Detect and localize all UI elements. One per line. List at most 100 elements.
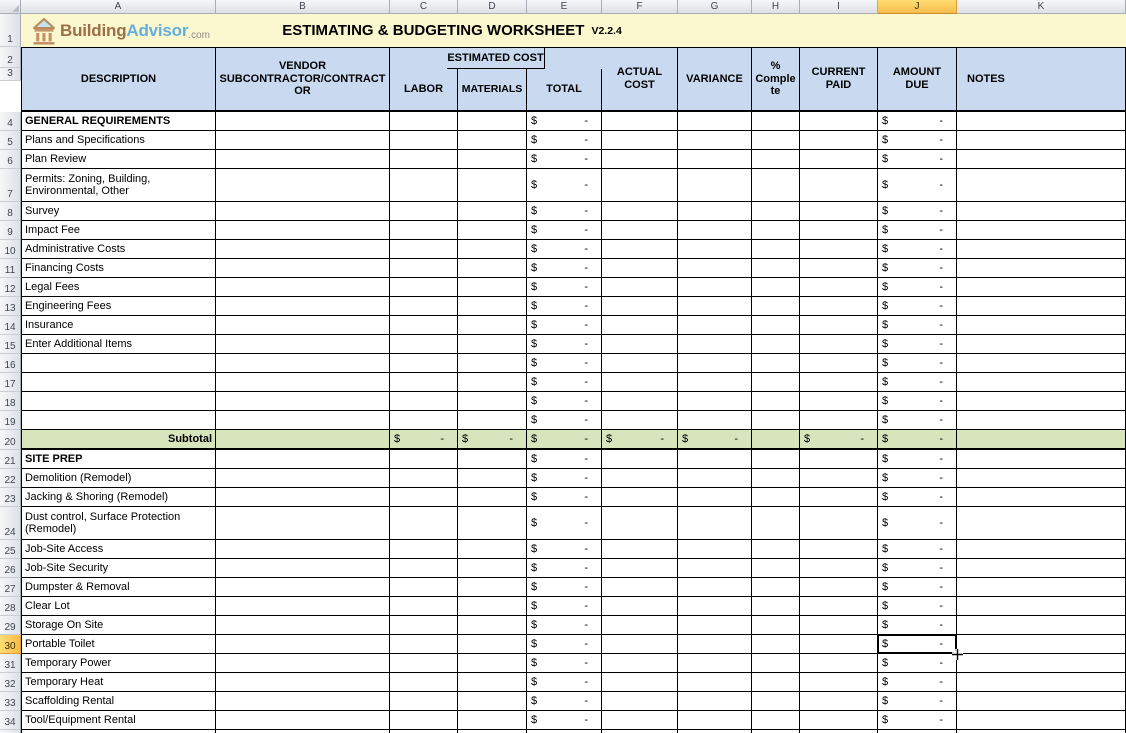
cell-H16[interactable] bbox=[752, 354, 800, 373]
cell-K33[interactable] bbox=[957, 692, 1126, 711]
row-header-26[interactable]: 26 bbox=[0, 559, 21, 578]
cell-I30[interactable] bbox=[800, 635, 878, 654]
cell-I14[interactable] bbox=[800, 316, 878, 335]
cell-F15[interactable] bbox=[602, 335, 678, 354]
cell-C14[interactable] bbox=[390, 316, 458, 335]
cell-H25[interactable] bbox=[752, 540, 800, 559]
cell-D29[interactable] bbox=[458, 616, 527, 635]
cell-C23[interactable] bbox=[390, 488, 458, 507]
cell-C4[interactable] bbox=[390, 112, 458, 131]
cell-E8[interactable]: $- bbox=[527, 202, 602, 221]
cell-C20[interactable]: $- bbox=[390, 430, 458, 450]
cell-B28[interactable] bbox=[216, 597, 390, 616]
header-estimated-cost[interactable]: ESTIMATED COST bbox=[447, 48, 544, 69]
cell-A23[interactable]: Jacking & Shoring (Remodel) bbox=[21, 488, 216, 507]
cell-G4[interactable] bbox=[678, 112, 752, 131]
cell-D28[interactable] bbox=[458, 597, 527, 616]
cell-D18[interactable] bbox=[458, 392, 527, 411]
cell-A18[interactable] bbox=[21, 392, 216, 411]
cell-F24[interactable] bbox=[602, 507, 678, 540]
cell-H17[interactable] bbox=[752, 373, 800, 392]
cell-F33[interactable] bbox=[602, 692, 678, 711]
cell-J12[interactable]: $- bbox=[878, 278, 957, 297]
cell-B30[interactable] bbox=[216, 635, 390, 654]
cell-J22[interactable]: $- bbox=[878, 469, 957, 488]
column-header-A[interactable]: A bbox=[21, 0, 216, 14]
cell-A29[interactable]: Storage On Site bbox=[21, 616, 216, 635]
cell-E20[interactable]: $- bbox=[527, 430, 602, 450]
row-header-28[interactable]: 28 bbox=[0, 597, 21, 616]
cell-H28[interactable] bbox=[752, 597, 800, 616]
cell-G25[interactable] bbox=[678, 540, 752, 559]
cell-K25[interactable] bbox=[957, 540, 1126, 559]
cell-A24[interactable]: Dust control, Surface Protection (Remode… bbox=[21, 507, 216, 540]
cell-K10[interactable] bbox=[957, 240, 1126, 259]
cell-F25[interactable] bbox=[602, 540, 678, 559]
cell-A19[interactable] bbox=[21, 411, 216, 430]
cell-H31[interactable] bbox=[752, 654, 800, 673]
row-header-14[interactable]: 14 bbox=[0, 316, 21, 335]
cell-D12[interactable] bbox=[458, 278, 527, 297]
cell-K13[interactable] bbox=[957, 297, 1126, 316]
cell-I10[interactable] bbox=[800, 240, 878, 259]
cell-F28[interactable] bbox=[602, 597, 678, 616]
row-header-27[interactable]: 27 bbox=[0, 578, 21, 597]
cell-D20[interactable]: $- bbox=[458, 430, 527, 450]
cell-E15[interactable]: $- bbox=[527, 335, 602, 354]
cell-K16[interactable] bbox=[957, 354, 1126, 373]
cell-F17[interactable] bbox=[602, 373, 678, 392]
row-header-9[interactable]: 9 bbox=[0, 221, 21, 240]
cell-E24[interactable]: $- bbox=[527, 507, 602, 540]
cell-C22[interactable] bbox=[390, 469, 458, 488]
column-header-F[interactable]: F bbox=[602, 0, 678, 14]
cell-D30[interactable] bbox=[458, 635, 527, 654]
row-header-7[interactable]: 7 bbox=[0, 169, 21, 202]
column-header-K[interactable]: K bbox=[957, 0, 1126, 14]
row-header-11[interactable]: 11 bbox=[0, 259, 21, 278]
cell-J23[interactable]: $- bbox=[878, 488, 957, 507]
cell-J17[interactable]: $- bbox=[878, 373, 957, 392]
cell-B4[interactable] bbox=[216, 112, 390, 131]
row-header-8[interactable]: 8 bbox=[0, 202, 21, 221]
cell-C9[interactable] bbox=[390, 221, 458, 240]
cell-F19[interactable] bbox=[602, 411, 678, 430]
cell-E17[interactable]: $- bbox=[527, 373, 602, 392]
row-header-34[interactable]: 34 bbox=[0, 711, 21, 730]
row-header-24[interactable]: 24 bbox=[0, 507, 21, 540]
cell-H27[interactable] bbox=[752, 578, 800, 597]
cell-I25[interactable] bbox=[800, 540, 878, 559]
cell-A20[interactable]: Subtotal bbox=[21, 430, 216, 450]
cell-J28[interactable]: $- bbox=[878, 597, 957, 616]
cell-H9[interactable] bbox=[752, 221, 800, 240]
cell-D31[interactable] bbox=[458, 654, 527, 673]
cell-G20[interactable]: $- bbox=[678, 430, 752, 450]
cell-E6[interactable]: $- bbox=[527, 150, 602, 169]
cell-J11[interactable]: $- bbox=[878, 259, 957, 278]
row-header-5[interactable]: 5 bbox=[0, 131, 21, 150]
cell-H14[interactable] bbox=[752, 316, 800, 335]
header-variance[interactable]: VARIANCE bbox=[678, 48, 752, 110]
cell-I34[interactable] bbox=[800, 711, 878, 730]
cell-G29[interactable] bbox=[678, 616, 752, 635]
cell-A28[interactable]: Clear Lot bbox=[21, 597, 216, 616]
cell-C17[interactable] bbox=[390, 373, 458, 392]
row-header-22[interactable]: 22 bbox=[0, 469, 21, 488]
cell-A31[interactable]: Temporary Power bbox=[21, 654, 216, 673]
cell-C34[interactable] bbox=[390, 711, 458, 730]
cell-J8[interactable]: $- bbox=[878, 202, 957, 221]
cell-B34[interactable] bbox=[216, 711, 390, 730]
cell-I6[interactable] bbox=[800, 150, 878, 169]
cell-J18[interactable]: $- bbox=[878, 392, 957, 411]
cell-B15[interactable] bbox=[216, 335, 390, 354]
cell-B10[interactable] bbox=[216, 240, 390, 259]
header-actual-cost[interactable]: ACTUAL COST bbox=[602, 48, 678, 110]
cell-D4[interactable] bbox=[458, 112, 527, 131]
cell-H33[interactable] bbox=[752, 692, 800, 711]
cell-D32[interactable] bbox=[458, 673, 527, 692]
cell-F22[interactable] bbox=[602, 469, 678, 488]
cell-C33[interactable] bbox=[390, 692, 458, 711]
cell-G7[interactable] bbox=[678, 169, 752, 202]
cell-K23[interactable] bbox=[957, 488, 1126, 507]
cell-B5[interactable] bbox=[216, 131, 390, 150]
cell-E18[interactable]: $- bbox=[527, 392, 602, 411]
